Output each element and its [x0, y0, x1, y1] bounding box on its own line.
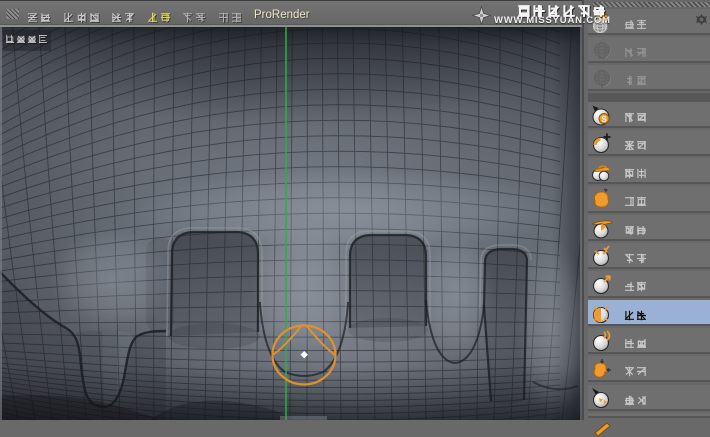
svg-text:S: S — [601, 114, 607, 123]
